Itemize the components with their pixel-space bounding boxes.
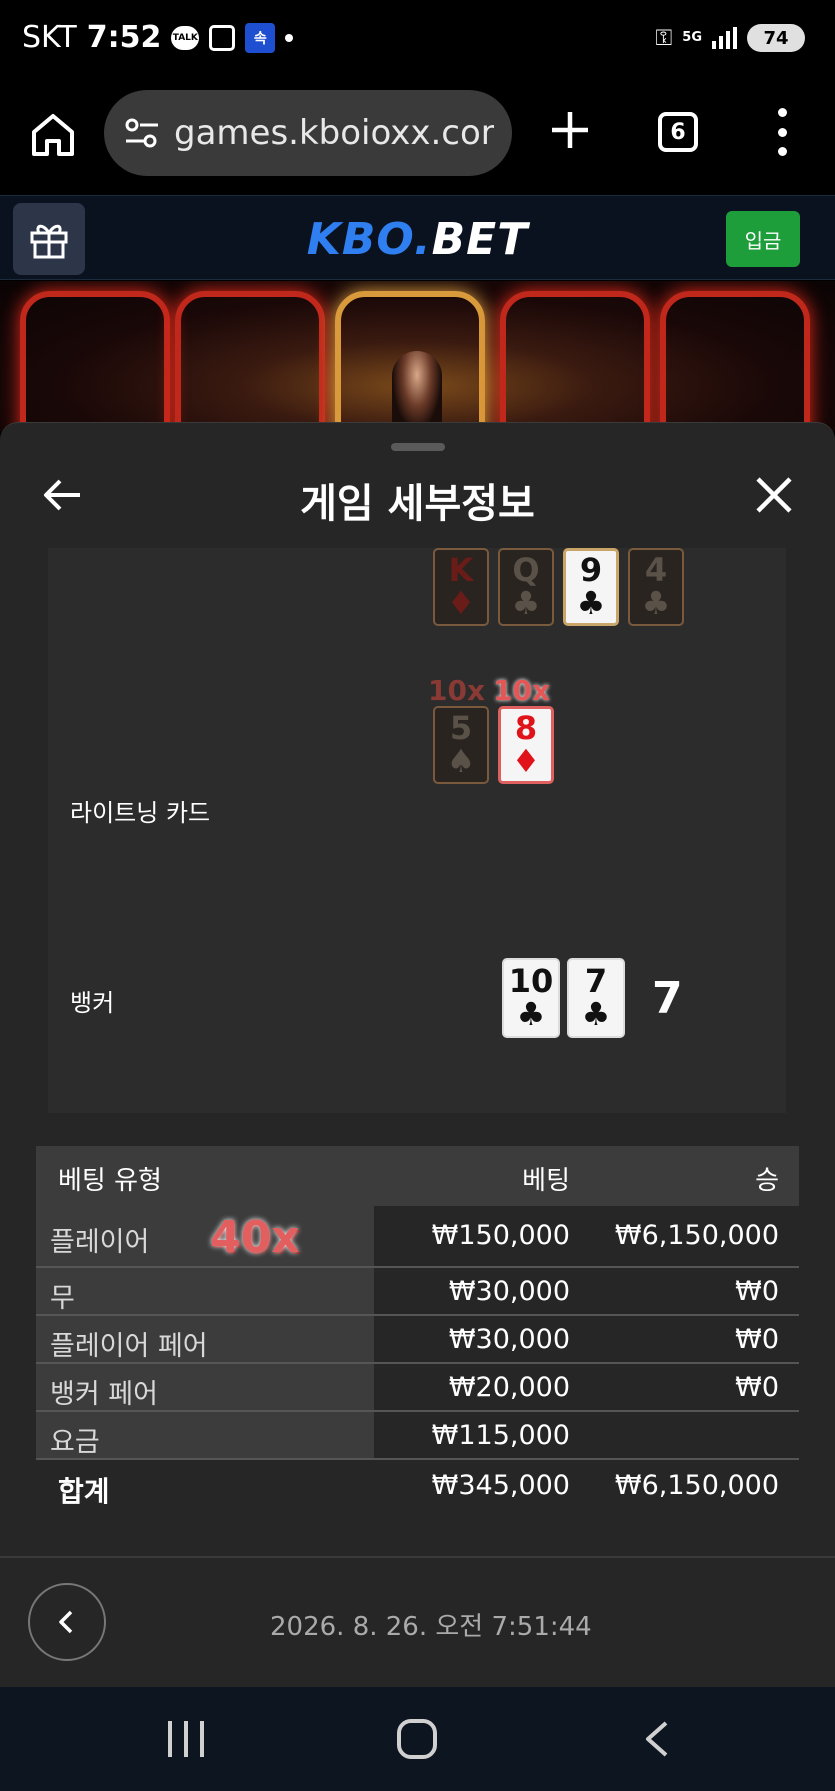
- site-logo[interactable]: KBO.BET: [0, 214, 835, 265]
- dealer-figure: [392, 351, 442, 431]
- bet-type: 요금: [50, 1427, 100, 1458]
- battery-level: 74: [763, 27, 789, 49]
- bet-type-header: 베팅 유형: [58, 1166, 162, 1196]
- table-row: 뱅커 페어 ₩20,000 ₩0: [36, 1364, 799, 1412]
- lightning-card: 5 ♠: [433, 706, 489, 784]
- card-suit: ♣: [516, 995, 546, 1033]
- card-suit: ♦: [446, 584, 476, 622]
- divider: [0, 1556, 835, 1558]
- bet-type: 무: [50, 1283, 75, 1314]
- bets-table-header: 베팅 유형 베팅 승: [36, 1146, 799, 1206]
- banker-label: 뱅커: [70, 989, 115, 1017]
- close-icon[interactable]: [752, 473, 796, 517]
- system-nav-bar: [0, 1687, 835, 1791]
- table-row: 플레이어 페어 ₩30,000 ₩0: [36, 1316, 799, 1364]
- win-amount: ₩0: [735, 1276, 779, 1307]
- drag-handle[interactable]: [391, 443, 445, 451]
- signal-icon: [712, 27, 737, 49]
- total-win-amount: ₩6,150,000: [614, 1470, 779, 1501]
- carrier-label: SKT: [22, 20, 77, 55]
- tab-count: 6: [670, 119, 686, 145]
- lightning-card: 8 ♦: [498, 706, 554, 784]
- screenshot-icon: [209, 24, 236, 51]
- banker-card: 10 ♣: [502, 958, 560, 1038]
- card-rank: 8: [514, 709, 538, 747]
- card-rank: 9: [579, 551, 603, 589]
- kakao-talk-icon: TALK: [171, 25, 200, 50]
- game-banner-image: [0, 281, 835, 431]
- bet-amount: ₩20,000: [448, 1372, 570, 1403]
- card-suit: ♣: [641, 584, 671, 622]
- bet-type: 플레이어 페어: [50, 1331, 208, 1362]
- card-rank: K: [448, 551, 474, 589]
- card-rank: Q: [512, 551, 540, 589]
- network-type-icon: 5G: [682, 30, 702, 45]
- logo-bet-text: BET: [431, 214, 529, 265]
- bet-type: 플레이어: [50, 1227, 150, 1258]
- lightning-card: 4 ♣: [628, 548, 684, 626]
- notification-dot-icon: [285, 33, 294, 42]
- card-rank: 7: [584, 962, 608, 1000]
- banker-score: 7: [652, 973, 683, 1024]
- win-amount: ₩0: [735, 1324, 779, 1355]
- card-suit: ♠: [446, 742, 476, 780]
- address-bar[interactable]: games.kboioxx.com/: [104, 90, 512, 176]
- lightning-multiplier: 10x: [493, 674, 551, 707]
- bet-amount: ₩150,000: [431, 1220, 570, 1251]
- logo-kbo-text: KBO.: [306, 214, 432, 265]
- win-amount: ₩0: [735, 1372, 779, 1403]
- lightning-card: Q ♣: [498, 548, 554, 626]
- bet-amount: ₩115,000: [431, 1420, 570, 1451]
- bet-type: 뱅커 페어: [50, 1379, 158, 1410]
- card-suit: ♣: [511, 584, 541, 622]
- total-bet-amount: ₩345,000: [431, 1470, 570, 1501]
- bets-table: 베팅 유형 베팅 승 플레이어 40x ₩150,000 ₩6,150,000 …: [36, 1146, 799, 1510]
- deposit-button[interactable]: 입금: [726, 211, 800, 267]
- home-button-icon[interactable]: [397, 1719, 437, 1759]
- win-amount: ₩6,150,000: [614, 1220, 779, 1251]
- banker-card: 7 ♣: [567, 958, 625, 1038]
- total-label: 합계: [58, 1475, 110, 1508]
- bet-amount: ₩30,000: [448, 1276, 570, 1307]
- card-rank: 5: [449, 709, 473, 747]
- lightning-multiplier: 10x: [428, 674, 486, 707]
- bet-amount: ₩30,000: [448, 1324, 570, 1355]
- round-timestamp: 2026. 8. 26. 오전 7:51:44: [270, 1612, 592, 1642]
- url-text[interactable]: games.kboioxx.com/: [174, 113, 494, 153]
- status-bar: SKT 7:52 TALK 속 ⚿ 5G 74: [0, 0, 835, 80]
- card-rank: 10: [508, 962, 554, 1000]
- browser-toolbar: games.kboioxx.com/ 6: [0, 80, 835, 195]
- card-rank: 4: [644, 551, 668, 589]
- card-suit: ♣: [581, 995, 611, 1033]
- clock: 7:52: [86, 20, 162, 55]
- bet-amount-header: 베팅: [522, 1166, 570, 1196]
- previous-round-button[interactable]: [28, 1583, 106, 1661]
- recent-apps-icon[interactable]: [168, 1721, 204, 1757]
- win-amount-header: 승: [755, 1166, 779, 1196]
- lightning-cards-label: 라이트닝 카드: [70, 799, 211, 827]
- tab-switcher-button[interactable]: 6: [658, 112, 698, 152]
- site-settings-icon[interactable]: [122, 113, 162, 153]
- home-icon[interactable]: [28, 110, 78, 160]
- back-icon[interactable]: [636, 1717, 680, 1761]
- lightning-card: 9 ♣: [563, 548, 619, 626]
- sheet-title: 게임 세부정보: [300, 481, 535, 527]
- total-row: 합계 ₩345,000 ₩6,150,000: [36, 1460, 799, 1510]
- lightning-card: K ♦: [433, 548, 489, 626]
- win-multiplier: 40x: [210, 1212, 300, 1263]
- key-icon: ⚿: [655, 25, 673, 51]
- news-app-icon: 속: [245, 22, 276, 53]
- battery-icon: 74: [747, 24, 805, 52]
- card-suit: ♣: [576, 584, 606, 622]
- more-menu-icon[interactable]: [772, 108, 792, 156]
- card-suit: ♦: [511, 742, 541, 780]
- chevron-left-icon: [59, 1610, 73, 1634]
- table-row: 요금 ₩115,000: [36, 1412, 799, 1460]
- game-details-sheet: 게임 세부정보 라이트닝 카드 K ♦ Q ♣ 9 ♣ 4 ♣ 10x 10x …: [0, 422, 835, 1687]
- site-header: KBO.BET 입금: [0, 195, 835, 280]
- game-result-panel: 라이트닝 카드 K ♦ Q ♣ 9 ♣ 4 ♣ 10x 10x 5 ♠ 8 ♦: [48, 548, 786, 1113]
- table-row: 플레이어 40x ₩150,000 ₩6,150,000: [36, 1206, 799, 1268]
- table-row: 무 ₩30,000 ₩0: [36, 1268, 799, 1316]
- new-tab-icon[interactable]: [548, 108, 592, 152]
